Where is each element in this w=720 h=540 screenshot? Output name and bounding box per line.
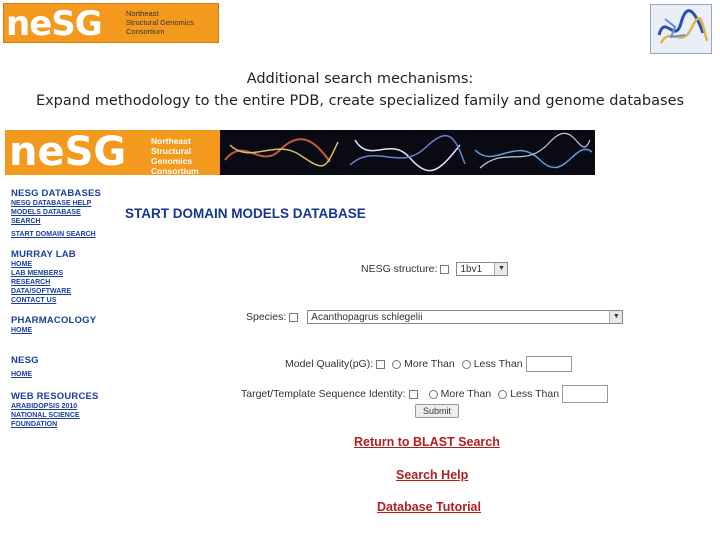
chevron-down-icon: ▼ (494, 263, 508, 275)
logo-mark: neSG (6, 4, 103, 43)
sidebar-link[interactable]: HOME (11, 260, 121, 269)
chevron-down-icon: ▼ (609, 311, 623, 323)
sidebar-link[interactable]: NESG DATABASE HELP (11, 199, 121, 208)
page-title: START DOMAIN MODELS DATABASE (125, 206, 366, 221)
sidebar-link[interactable]: FOUNDATION (11, 420, 121, 429)
sidebar-link[interactable]: DATA/SOFTWARE (11, 287, 121, 296)
logo-tagline: Northeast Structural Genomics Consortium (126, 9, 194, 36)
banner-tagline: Northeast Structural Genomics Consortium (151, 136, 199, 175)
sidebar-link[interactable]: MODELS DATABASE (11, 208, 121, 217)
nesg-structure-label: NESG structure: (361, 263, 438, 275)
nesg-structure-row: NESG structure: 1bv1 ▼ (361, 262, 509, 276)
species-select[interactable]: Acanthopagrus schlegelii ▼ (307, 310, 624, 324)
sequence-identity-label: Target/Template Sequence Identity: (241, 388, 406, 400)
species-label: Species: (246, 311, 287, 323)
nesg-structure-select[interactable]: 1bv1 ▼ (456, 262, 509, 276)
identity-less-than-radio[interactable] (498, 389, 508, 399)
search-help-link[interactable]: Search Help (396, 468, 468, 482)
nesg-logo: neSG Northeast Structural Genomics Conso… (3, 3, 219, 43)
sidebar-link[interactable]: LAB MEMBERS (11, 269, 121, 278)
slide-subtitle-line2: Expand methodology to the entire PDB, cr… (35, 93, 685, 109)
submit-button[interactable]: Submit (415, 404, 459, 418)
protein-structure-image (650, 4, 712, 54)
molecule-images (224, 132, 593, 172)
slide-subtitle-line1: Additional search mechanisms: (246, 71, 474, 87)
sequence-identity-input[interactable] (562, 385, 609, 403)
model-quality-more-than-radio[interactable] (392, 359, 402, 369)
banner-logo: neSG Northeast Structural Genomics Conso… (5, 130, 220, 175)
sidebar-link[interactable]: NATIONAL SCIENCE (11, 411, 121, 420)
sidebar-section-title: PHARMACOLOGY (11, 315, 97, 326)
sidebar-section-title: WEB RESOURCES (11, 391, 99, 402)
sidebar-section-title: NESG (11, 355, 39, 366)
sidebar-link[interactable]: RESEARCH (11, 278, 121, 287)
sequence-identity-checkbox[interactable] (408, 389, 418, 399)
sidebar-link[interactable]: ARABIDOPSIS 2010 (11, 402, 121, 411)
sidebar-link[interactable]: HOME (11, 326, 121, 335)
model-quality-checkbox[interactable] (376, 359, 386, 369)
sidebar-link[interactable]: HOME (11, 370, 121, 379)
site-banner: neSG Northeast Structural Genomics Conso… (5, 130, 595, 175)
model-quality-less-than-radio[interactable] (461, 359, 471, 369)
sidebar: NESG DATABASES NESG DATABASE HELP MODELS… (11, 182, 121, 429)
database-page-screenshot: neSG Northeast Structural Genomics Conso… (5, 130, 716, 520)
sidebar-section-title: MURRAY LAB (11, 249, 76, 260)
sidebar-link[interactable]: SEARCH (11, 217, 121, 226)
sidebar-link[interactable]: START DOMAIN SEARCH (11, 230, 121, 239)
model-quality-input[interactable] (525, 356, 572, 372)
sidebar-link[interactable]: CONTACT US (11, 296, 121, 305)
sequence-identity-row: Target/Template Sequence Identity: More … (241, 385, 609, 403)
model-quality-row: Model Quality(pG): More Than Less Than (285, 356, 572, 372)
nesg-structure-checkbox[interactable] (440, 264, 450, 274)
sidebar-section-title: NESG DATABASES (11, 188, 102, 199)
species-checkbox[interactable] (289, 312, 299, 322)
database-tutorial-link[interactable]: Database Tutorial (377, 500, 481, 514)
return-to-blast-link[interactable]: Return to BLAST Search (354, 435, 500, 449)
species-row: Species: Acanthopagrus schlegelii ▼ (246, 310, 624, 324)
model-quality-label: Model Quality(pG): (285, 358, 374, 370)
identity-more-than-radio[interactable] (428, 389, 438, 399)
